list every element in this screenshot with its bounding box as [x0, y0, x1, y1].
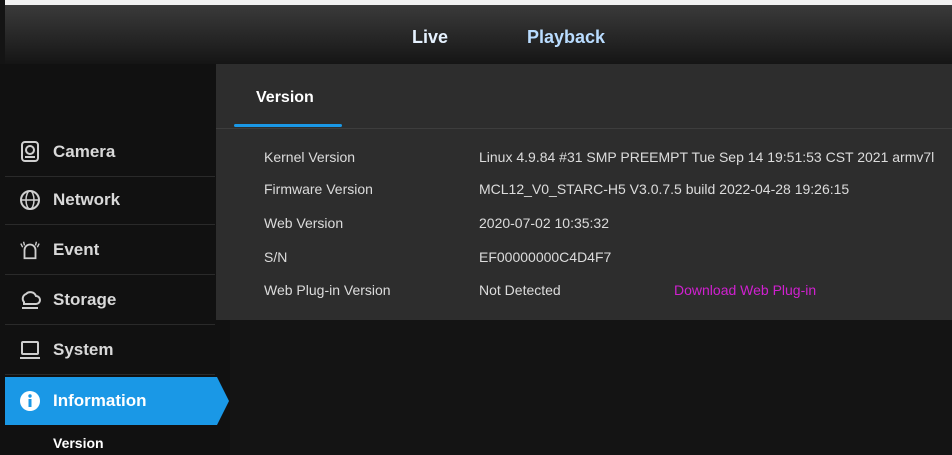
tab-live[interactable]: Live: [412, 27, 448, 48]
version-panel: Version Kernel Version Linux 4.9.84 #31 …: [216, 64, 952, 320]
sidebar-item-network[interactable]: Network: [5, 176, 215, 225]
info-key: Kernel Version: [264, 149, 356, 165]
panel-tab-strip: Version: [216, 64, 952, 129]
download-plugin-link[interactable]: Download Web Plug-in: [674, 282, 816, 298]
sidebar-item-label: Storage: [53, 290, 117, 309]
network-icon: [19, 189, 41, 211]
info-row-firmware: Firmware Version MCL12_V0_STARC-H5 V3.0.…: [216, 181, 952, 205]
info-value: MCL12_V0_STARC-H5 V3.0.7.5 build 2022-04…: [479, 181, 850, 197]
camera-icon: [19, 141, 41, 163]
tab-playback[interactable]: Playback: [527, 27, 605, 48]
event-icon: [19, 239, 41, 261]
info-key: Web Plug-in Version: [264, 282, 391, 298]
info-value: EF00000000C4D4F7: [479, 249, 612, 265]
sidebar-item-label: System: [53, 340, 114, 359]
system-icon: [19, 339, 41, 361]
sidebar-item-label: Information: [53, 391, 147, 410]
tab-version[interactable]: Version: [256, 89, 314, 107]
active-tab-indicator: [234, 124, 342, 127]
sidebar-item-camera[interactable]: Camera: [5, 128, 215, 177]
info-key: S/N: [264, 249, 288, 265]
top-nav-bar: Live Playback: [5, 0, 952, 64]
info-icon: [19, 390, 41, 412]
info-key: Firmware Version: [264, 181, 373, 197]
info-value: 2020-07-02 10:35:32: [479, 215, 609, 231]
sidebar-subitem-version[interactable]: Version: [53, 435, 104, 451]
sidebar-item-label: Event: [53, 240, 100, 259]
info-row-kernel: Kernel Version Linux 4.9.84 #31 SMP PREE…: [216, 149, 952, 173]
info-value: Linux 4.9.84 #31 SMP PREEMPT Tue Sep 14 …: [479, 149, 935, 165]
info-key: Web Version: [264, 215, 344, 231]
sidebar-item-storage[interactable]: Storage: [5, 276, 215, 325]
storage-icon: [19, 289, 41, 311]
sidebar-item-label: Network: [53, 190, 121, 209]
sidebar-item-information[interactable]: Information: [5, 377, 229, 425]
info-row-plugin: Web Plug-in Version Not Detected Downloa…: [216, 282, 952, 306]
info-row-sn: S/N EF00000000C4D4F7: [216, 249, 952, 273]
sidebar-item-label: Camera: [53, 142, 116, 161]
info-value: Not Detected: [479, 282, 561, 298]
sidebar-item-system[interactable]: System: [5, 326, 215, 375]
sidebar: Camera Network Event Storage System Info…: [0, 64, 230, 455]
info-row-web: Web Version 2020-07-02 10:35:32: [216, 215, 952, 239]
sidebar-item-event[interactable]: Event: [5, 226, 215, 275]
